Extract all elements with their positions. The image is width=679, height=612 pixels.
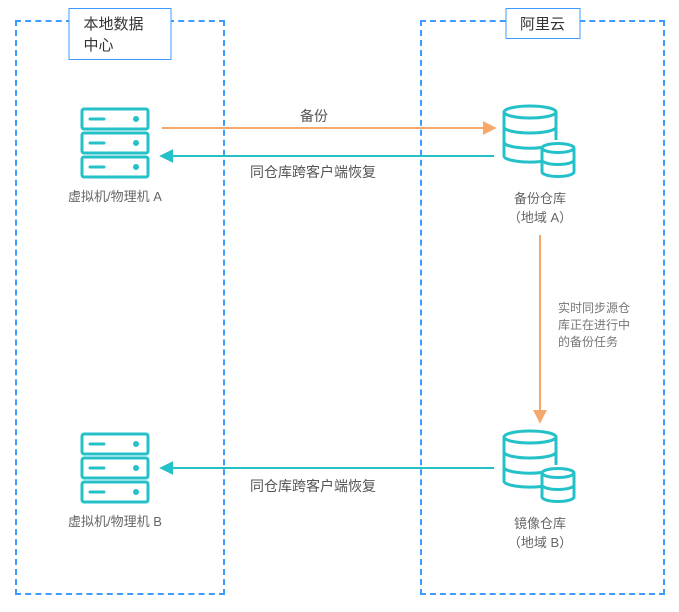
- vm-b-label: 虚拟机/物理机 B: [40, 513, 190, 532]
- edge-sync-label: 实时同步源仓库正在进行中的备份任务: [558, 300, 638, 350]
- local-box-title: 本地数据中心: [69, 8, 172, 60]
- vault-a-line1: 备份仓库: [514, 191, 566, 206]
- edge-restore-a-label: 同仓库跨客户端恢复: [250, 162, 376, 182]
- edge-backup-label: 备份: [300, 106, 328, 126]
- edge-restore-b-label: 同仓库跨客户端恢复: [250, 476, 376, 496]
- server-icon: [80, 107, 150, 179]
- vault-b-line1: 镜像仓库: [514, 516, 566, 531]
- vm-a-label: 虚拟机/物理机 A: [40, 188, 190, 207]
- vault-b-line2: （地域 B）: [508, 535, 572, 550]
- database-icon: [500, 429, 578, 507]
- diagram-canvas: 本地数据中心 阿里云 虚拟机/物理机 A: [0, 0, 679, 612]
- server-icon: [80, 432, 150, 504]
- database-icon: [500, 104, 578, 182]
- vault-b-label: 镜像仓库 （地域 B）: [465, 515, 615, 553]
- vault-a-line2: （地域 A）: [508, 210, 572, 225]
- cloud-box-title: 阿里云: [505, 8, 580, 39]
- vault-a-label: 备份仓库 （地域 A）: [465, 190, 615, 228]
